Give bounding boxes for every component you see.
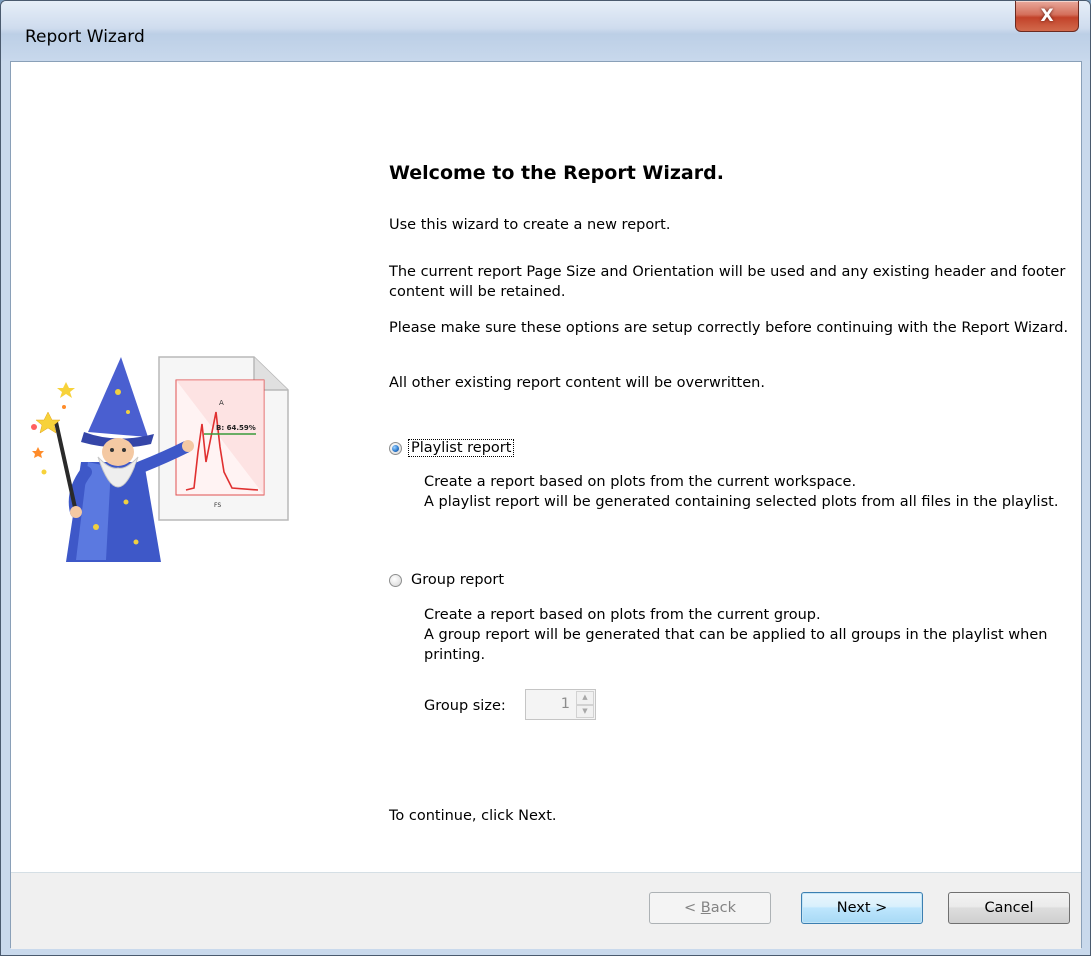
radio-checked-icon[interactable] bbox=[389, 441, 402, 455]
continue-note: To continue, click Next. bbox=[389, 808, 557, 824]
group-description-2: A group report will be generated that ca… bbox=[424, 627, 1048, 663]
back-prefix: < bbox=[684, 900, 701, 916]
group-size-label: Group size: bbox=[424, 698, 506, 714]
stepper-down-icon[interactable]: ▼ bbox=[576, 704, 594, 718]
playlist-report-radio[interactable]: Playlist report bbox=[389, 439, 515, 457]
playlist-description-1: Create a report based on plots from the … bbox=[424, 474, 857, 490]
stepper-up-icon[interactable]: ▲ bbox=[576, 691, 594, 705]
playlist-report-label[interactable]: Playlist report bbox=[407, 439, 515, 457]
group-report-label[interactable]: Group report bbox=[409, 572, 506, 588]
window-title: Report Wizard bbox=[25, 27, 145, 47]
stepper-buttons: ▲ ▼ bbox=[576, 691, 594, 718]
chart-label-b: B: 64.59% bbox=[216, 424, 256, 432]
page-size-note: The current report Page Size and Orienta… bbox=[389, 264, 1066, 300]
page-heading: Welcome to the Report Wizard. bbox=[389, 162, 724, 184]
back-rest: ack bbox=[710, 900, 736, 916]
group-report-radio[interactable]: Group report bbox=[389, 572, 506, 588]
overwrite-note: All other existing report content will b… bbox=[389, 375, 765, 391]
next-label: Next > bbox=[836, 900, 888, 916]
group-size-value: 1 bbox=[560, 696, 570, 712]
playlist-description-2: A playlist report will be generated cont… bbox=[424, 494, 1059, 510]
radio-unchecked-icon[interactable] bbox=[389, 573, 402, 587]
group-description-1: Create a report based on plots from the … bbox=[424, 607, 821, 623]
cancel-label: Cancel bbox=[984, 900, 1034, 916]
next-button[interactable]: Next > bbox=[801, 892, 923, 924]
dialog-client: A B: 64.59% FS Welcome to the Report Wiz… bbox=[10, 61, 1082, 949]
report-wizard-window: Report Wizard X A B: 64.59% FS Welcome t… bbox=[0, 0, 1091, 956]
back-button[interactable]: < Back bbox=[649, 892, 771, 924]
close-icon: X bbox=[1040, 6, 1054, 26]
intro-text: Use this wizard to create a new report. bbox=[389, 217, 671, 233]
options-note: Please make sure these options are setup… bbox=[389, 320, 1069, 336]
cancel-button[interactable]: Cancel bbox=[948, 892, 1070, 924]
chart-label-fs: FS bbox=[214, 502, 221, 509]
group-size-stepper[interactable]: 1 ▲ ▼ bbox=[525, 689, 596, 720]
chart-label-a: A bbox=[219, 399, 224, 407]
close-button[interactable]: X bbox=[1015, 1, 1079, 32]
wizard-illustration-icon: A B: 64.59% FS bbox=[31, 356, 289, 562]
title-bar[interactable]: Report Wizard X bbox=[1, 1, 1090, 61]
back-accelerator: B bbox=[700, 900, 711, 916]
report-page-icon: A B: 64.59% FS bbox=[158, 356, 289, 521]
wizard-page: A B: 64.59% FS Welcome to the Report Wiz… bbox=[11, 62, 1081, 872]
